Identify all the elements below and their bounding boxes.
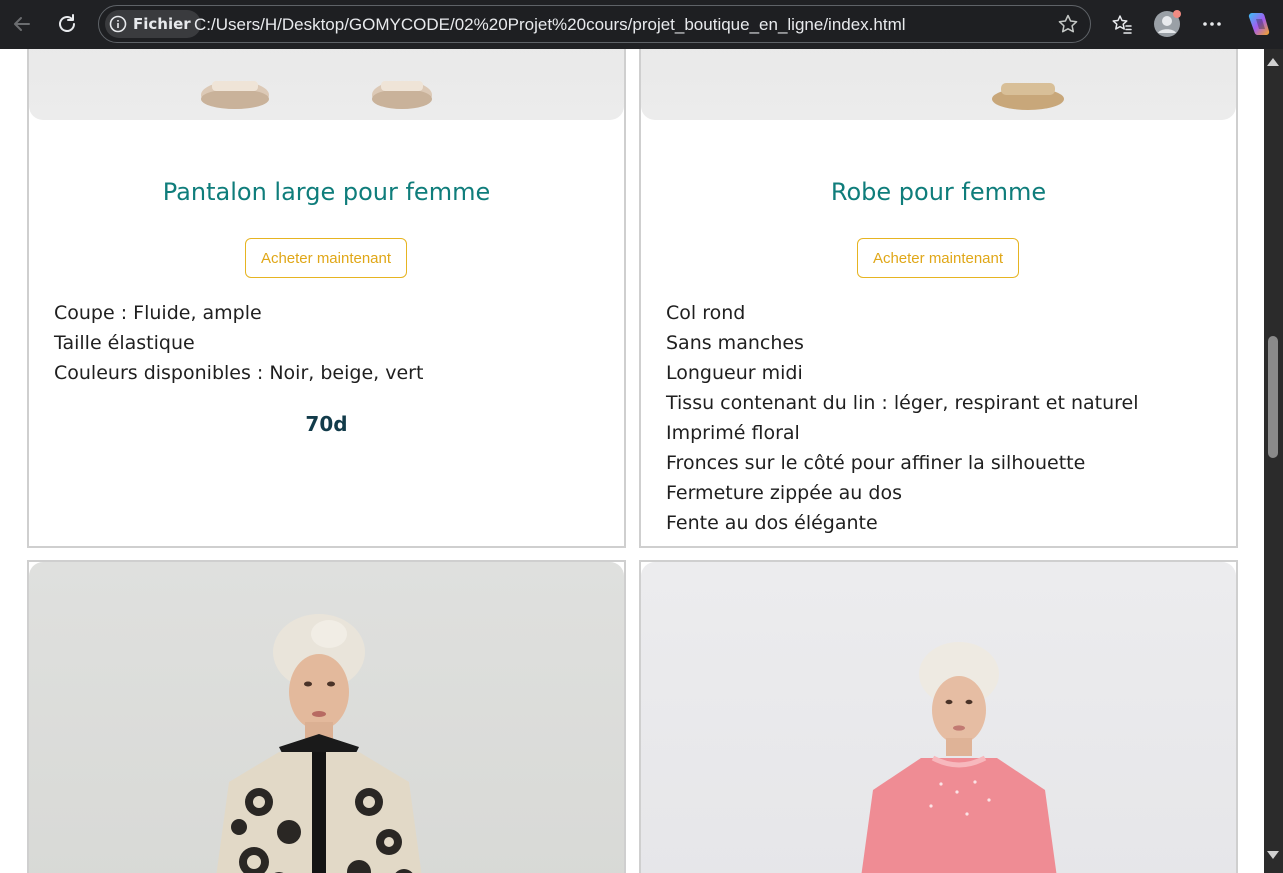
back-button[interactable] [6,8,38,40]
buy-now-button[interactable]: Acheter maintenant [857,238,1019,278]
product-title: Robe pour femme [830,178,1047,206]
feature-item: Coupe : Fluide, ample [54,302,262,324]
feature-item: Imprimé floral [666,422,800,444]
product-card [639,560,1238,873]
back-icon [14,17,30,31]
product-card: Robe pour femme Acheter maintenant Col r… [639,49,1238,586]
feature-item: Fente au dos élégante [666,512,878,534]
copilot-icon [1248,13,1270,35]
feature-item: Tissu contenant du lin : léger, respiran… [666,392,1139,414]
feature-item: Longueur midi [666,362,803,384]
model-pink-dress-image [861,642,1057,873]
favorites-button[interactable] [1106,8,1138,40]
feature-item: Fronces sur le côté pour affiner la silh… [666,452,1086,474]
product-features: Col rond Sans manches Longueur midi Tiss… [666,298,1139,538]
more-icon [1203,22,1221,26]
scroll-down-icon[interactable] [1267,851,1279,859]
refresh-icon [59,14,75,32]
feature-item: Taille élastique [54,332,195,354]
product-image [641,49,1236,120]
product-image [29,562,624,873]
sandals-image [201,81,432,109]
scroll-thumb[interactable] [1268,336,1278,458]
product-card [27,560,626,873]
profile-icon [1154,10,1181,37]
buy-now-button[interactable]: Acheter maintenant [245,238,407,278]
feature-item: Col rond [666,302,746,324]
model-patterned-shirt-image [216,614,422,873]
product-title: Pantalon large pour femme [162,178,491,206]
site-chip-label: Fichier [133,15,191,33]
sandals-image [992,83,1064,110]
star-icon [1058,14,1078,33]
site-info-chip[interactable]: Fichier [105,10,201,38]
feature-item: Fermeture zippée au dos [666,482,902,504]
profile-button[interactable] [1151,8,1183,40]
info-icon [109,15,127,33]
more-button[interactable] [1196,8,1228,40]
product-card: Pantalon large pour femme Acheter mainte… [27,49,626,548]
copilot-button[interactable] [1243,8,1275,40]
feature-item: Couleurs disponibles : Noir, beige, vert [54,362,424,384]
page-viewport: Pantalon large pour femme Acheter mainte… [0,49,1264,873]
vertical-scrollbar[interactable] [1264,49,1283,873]
favorites-icon [1112,15,1132,34]
product-image [641,562,1236,873]
browser-toolbar: Fichier C:/Users/H/Desktop/GOMYCODE/02%2… [0,0,1283,49]
scroll-up-icon[interactable] [1267,58,1279,66]
refresh-button[interactable] [51,8,83,40]
feature-item: Sans manches [666,332,804,354]
product-features: Coupe : Fluide, ample Taille élastique C… [54,298,423,388]
address-bar[interactable]: Fichier C:/Users/H/Desktop/GOMYCODE/02%2… [98,5,1091,43]
product-price: 70d [305,412,348,436]
favorite-button[interactable] [1056,12,1080,36]
product-image [29,49,624,120]
url-text[interactable]: C:/Users/H/Desktop/GOMYCODE/02%20Projet%… [194,15,906,35]
